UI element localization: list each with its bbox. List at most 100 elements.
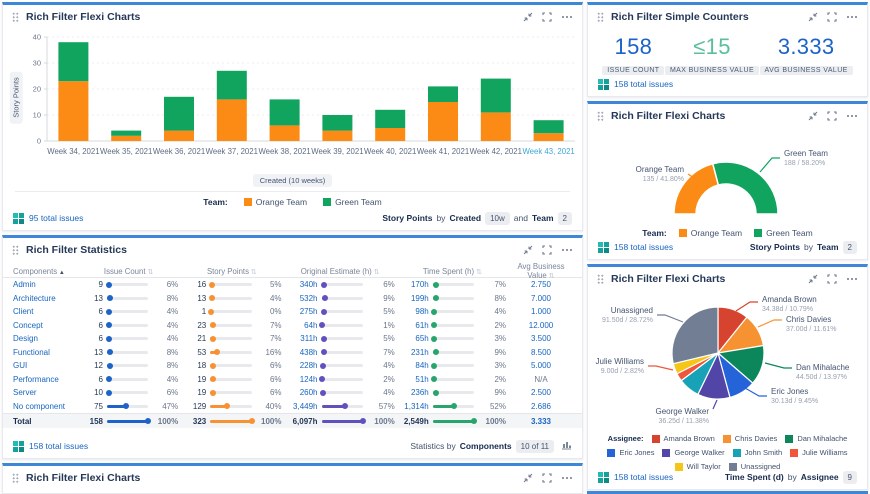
assignee-legend-item[interactable]: Dan Mihalache [785,434,847,443]
avg-business-value[interactable]: 12.000 [510,321,572,330]
more-icon[interactable] [846,12,858,22]
collapse-icon[interactable] [523,12,533,22]
bar-segment-green-team[interactable] [111,131,141,136]
drag-handle-icon[interactable] [12,245,19,255]
column-header[interactable]: Avg Business Value ⇅ [510,262,572,280]
fullscreen-icon[interactable] [827,274,837,284]
bar-segment-orange-team[interactable] [270,125,300,141]
count-badge[interactable]: 9 [843,471,857,484]
bar-segment-orange-team[interactable] [322,131,352,141]
collapse-icon[interactable] [523,245,533,255]
time-spent-link[interactable]: 65h [399,334,429,343]
assignee-legend-item[interactable]: Eric Jones [607,448,654,457]
counter-value[interactable]: 158 [602,35,664,59]
original-estimate-link[interactable]: 311h [286,334,318,343]
more-icon[interactable] [846,111,858,121]
avg-business-value[interactable]: 8.500 [510,348,572,357]
bar-segment-orange-team[interactable] [164,131,194,141]
assignee-legend-item[interactable]: Chris Davies [723,434,778,443]
assignee-legend-item[interactable]: Julie Williams [790,448,847,457]
count-badge[interactable]: 2 [843,241,857,254]
count-badge[interactable]: 2 [558,212,572,225]
original-estimate-link[interactable]: 64h [286,321,318,330]
counter-value[interactable]: ≤15 [665,35,759,59]
column-header[interactable]: Original Estimate (h) ⇅ [286,267,395,276]
total-issues-link[interactable]: 158 total issues [598,242,673,253]
column-header[interactable]: Time Spent (h) ⇅ [399,267,506,276]
bar-segment-green-team[interactable] [375,110,405,128]
drag-handle-icon[interactable] [597,12,604,22]
original-estimate-link[interactable]: 275h [286,307,318,316]
avg-business-value[interactable]: 3.500 [510,334,572,343]
component-link[interactable]: Concept [13,321,75,330]
fullscreen-icon[interactable] [542,473,552,483]
column-header[interactable]: Story Points ⇅ [182,267,281,276]
drag-handle-icon[interactable] [12,473,19,483]
bar-segment-orange-team[interactable] [111,136,141,141]
period-badge[interactable]: 10w [485,212,510,225]
original-estimate-link[interactable]: 340h [286,280,318,289]
total-issues-link[interactable]: 158 total issues [598,79,673,90]
avg-business-value[interactable]: 3.333 [510,417,572,426]
donut-slice-green-team[interactable] [713,162,778,214]
time-spent-link[interactable]: 61h [399,321,429,330]
bar-segment-green-team[interactable] [534,120,564,133]
original-estimate-link[interactable]: 228h [286,361,318,370]
component-link[interactable]: GUI [13,361,75,370]
fullscreen-icon[interactable] [827,12,837,22]
assignee-legend-item[interactable]: John Smith [733,448,783,457]
time-spent-link[interactable]: 199h [399,294,429,303]
bar-segment-orange-team[interactable] [375,128,405,141]
column-header[interactable]: Components ▲ [13,267,75,276]
component-link[interactable]: No component [13,402,75,411]
component-link[interactable]: Design [13,334,75,343]
bar-chart-toggle-icon[interactable] [561,440,572,452]
component-link[interactable]: Admin [13,280,75,289]
bar-segment-orange-team[interactable] [217,99,247,141]
bar-segment-orange-team[interactable] [481,112,511,141]
component-link[interactable]: Functional [13,348,75,357]
avg-business-value[interactable]: 2.686 [510,402,572,411]
time-spent-link[interactable]: 231h [399,348,429,357]
original-estimate-link[interactable]: 532h [286,294,318,303]
bar-segment-green-team[interactable] [217,71,247,100]
column-header[interactable]: Issue Count ⇅ [79,267,178,276]
collapse-icon[interactable] [523,473,533,483]
total-issues-link[interactable]: 158 total issues [598,472,673,483]
bar-segment-green-team[interactable] [481,79,511,113]
rows-badge[interactable]: 10 of 11 [516,440,554,453]
original-estimate-link[interactable]: 124h [286,375,318,384]
original-estimate-link[interactable]: 3,449h [286,402,318,411]
collapse-icon[interactable] [808,274,818,284]
collapse-icon[interactable] [808,12,818,22]
fullscreen-icon[interactable] [827,111,837,121]
time-spent-link[interactable]: 98h [399,307,429,316]
bar-segment-orange-team[interactable] [534,133,564,141]
drag-handle-icon[interactable] [597,274,604,284]
more-icon[interactable] [561,473,573,483]
collapse-icon[interactable] [808,111,818,121]
pie-slice-unassigned[interactable] [672,307,718,364]
avg-business-value[interactable]: 2.500 [510,388,572,397]
avg-business-value[interactable]: 7.000 [510,294,572,303]
time-spent-link[interactable]: 84h [399,361,429,370]
time-spent-link[interactable]: 51h [399,375,429,384]
component-link[interactable]: Architecture [13,294,75,303]
drag-handle-icon[interactable] [597,111,604,121]
original-estimate-link[interactable]: 260h [286,388,318,397]
total-issues-link[interactable]: 158 total issues [13,441,88,452]
bar-segment-green-team[interactable] [164,97,194,131]
component-link[interactable]: Server [13,388,75,397]
assignee-legend-item[interactable]: George Walker [662,448,724,457]
more-icon[interactable] [561,12,573,22]
counter-value[interactable]: 3.333 [760,35,853,59]
bar-segment-orange-team[interactable] [428,102,458,141]
avg-business-value[interactable]: 1.000 [510,307,572,316]
original-estimate-link[interactable]: 438h [286,348,318,357]
component-link[interactable]: Client [13,307,75,316]
time-spent-link[interactable]: 1,314h [399,402,429,411]
drag-handle-icon[interactable] [12,12,19,22]
bar-segment-green-team[interactable] [322,115,352,131]
avg-business-value[interactable]: 5.000 [510,361,572,370]
bar-segment-green-team[interactable] [58,42,88,81]
